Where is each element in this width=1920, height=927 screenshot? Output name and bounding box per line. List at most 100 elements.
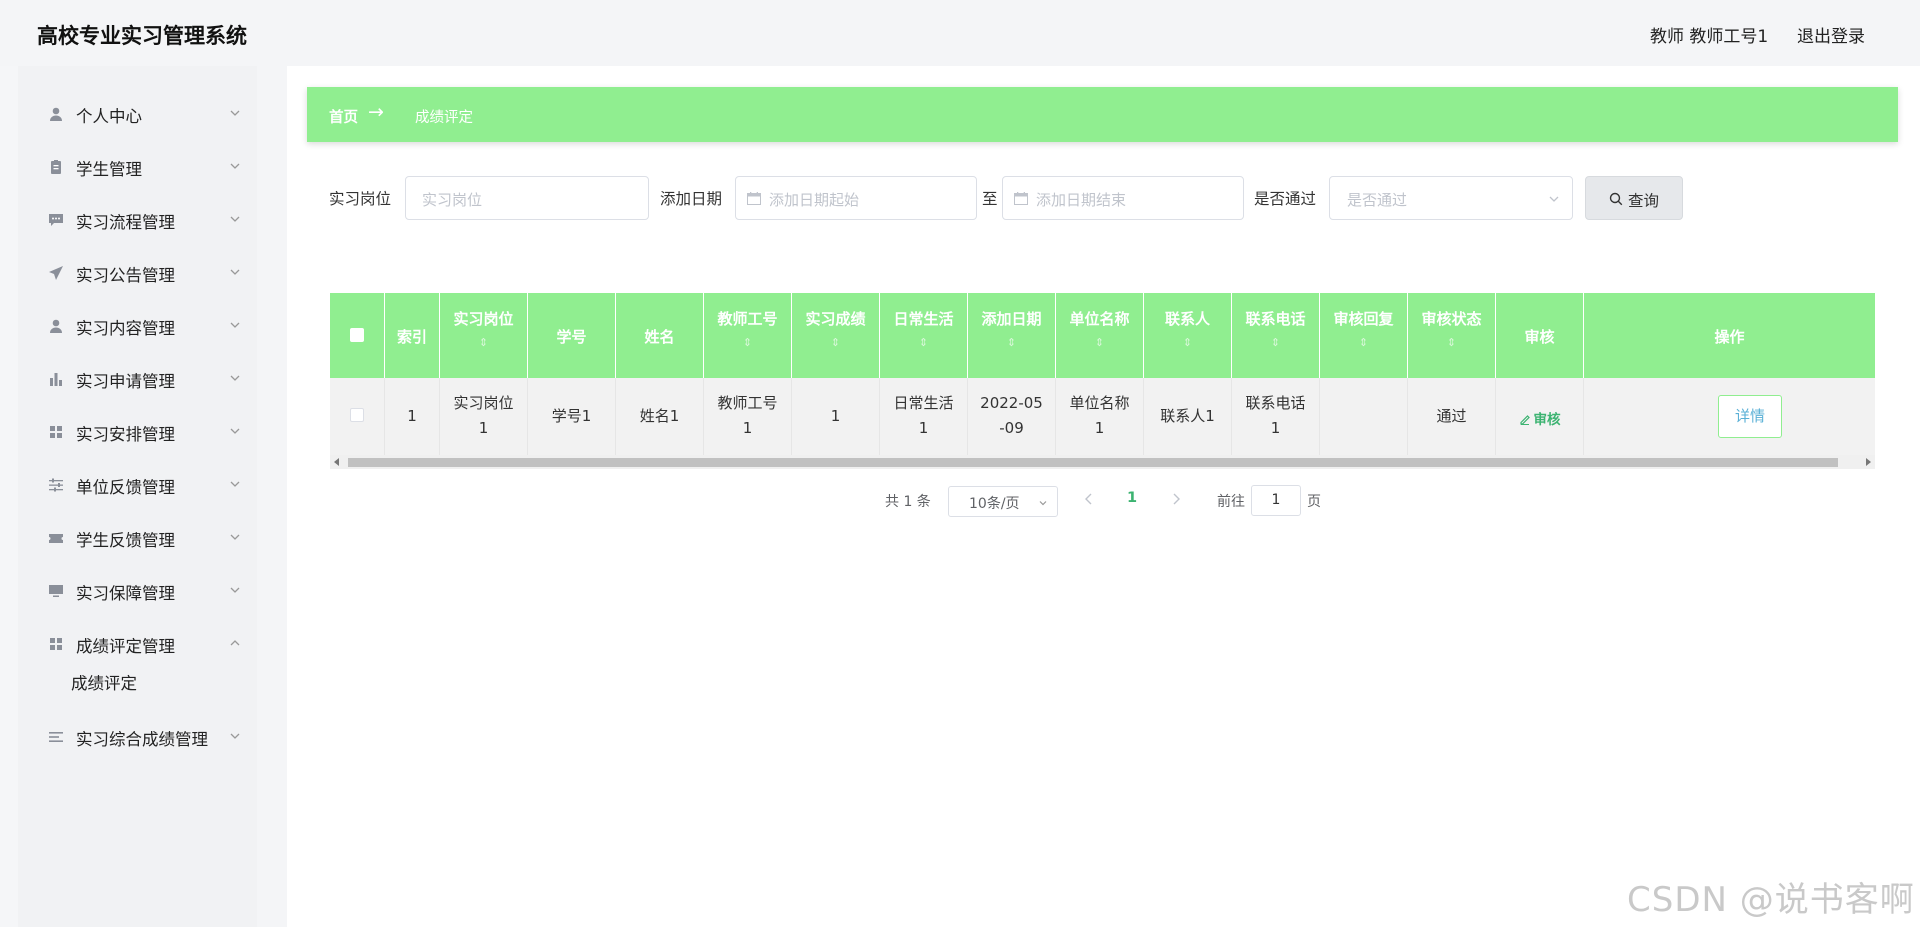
sidebar-item-grade-assessment[interactable]: 成绩评定管理 <box>18 624 275 664</box>
monitor-icon <box>49 585 63 597</box>
query-button[interactable]: 查询 <box>1585 176 1683 220</box>
sidebar-item-label: 个人中心 <box>76 107 142 126</box>
chevron-down-icon <box>230 534 240 540</box>
audit-link-label: 审核 <box>1533 412 1561 428</box>
grid-icon <box>50 426 62 438</box>
chevron-down-icon <box>230 269 240 275</box>
date-start-input[interactable]: 添加日期起始 <box>735 176 977 220</box>
header-select-all[interactable] <box>330 293 385 378</box>
chat-icon <box>49 214 63 226</box>
post-filter-placeholder: 实习岗位 <box>422 191 483 209</box>
pagination-total: 共 1 条 <box>885 494 931 510</box>
sort-icon: ⇕ <box>478 336 489 349</box>
sort-icon: ⇕ <box>1358 336 1369 349</box>
cell-student-no: 学号1 <box>528 378 616 455</box>
post-filter-label: 实习岗位 <box>329 190 392 208</box>
page-number-current[interactable]: 1 <box>1127 490 1137 506</box>
sidebar-item-internship-arrangement[interactable]: 实习安排管理 <box>18 412 275 452</box>
user-icon <box>50 107 62 121</box>
chevron-down-icon <box>230 216 240 222</box>
sidebar-item-personal-center[interactable]: 个人中心 <box>18 94 275 134</box>
header-daily-life[interactable]: 日常生活 ⇕ <box>880 293 968 378</box>
cell-unit-name: 单位名称 1 <box>1056 378 1144 455</box>
goto-label: 前往 <box>1217 494 1245 510</box>
sidebar: 个人中心 学生管理 实习流程管理 实习公告管理 实习内容管理 实习申请管理 实习… <box>18 66 287 927</box>
cell-select[interactable] <box>330 378 385 455</box>
sort-icon: ⇕ <box>830 336 841 349</box>
chevron-down-icon <box>230 481 240 487</box>
header-name[interactable]: 姓名 <box>616 293 704 378</box>
list-icon <box>49 732 63 742</box>
breadcrumb-home[interactable]: 首页 <box>329 106 358 127</box>
header-phone[interactable]: 联系电话 ⇕ <box>1232 293 1320 378</box>
sidebar-item-student-management[interactable]: 学生管理 <box>18 147 275 187</box>
goto-page-input[interactable]: 1 <box>1251 485 1301 516</box>
page-size-select[interactable]: 10条/页 <box>948 486 1058 517</box>
horizontal-scrollbar[interactable] <box>330 455 1875 469</box>
next-page-icon[interactable] <box>1170 492 1182 506</box>
sidebar-item-internship-support[interactable]: 实习保障管理 <box>18 571 275 611</box>
header-post[interactable]: 实习岗位 ⇕ <box>440 293 528 378</box>
sort-icon: ⇕ <box>918 336 929 349</box>
sidebar-item-internship-application[interactable]: 实习申请管理 <box>18 359 275 399</box>
edit-icon <box>1519 415 1530 425</box>
sidebar-item-label: 实习保障管理 <box>76 584 175 603</box>
sidebar-item-label: 实习流程管理 <box>76 213 175 232</box>
scrollbar-thumb[interactable] <box>348 458 1838 467</box>
cell-contact: 联系人1 <box>1144 378 1232 455</box>
top-bar: 高校专业实习管理系统 教师 教师工号1 退出登录 <box>0 0 1920 66</box>
post-filter-input[interactable]: 实习岗位 <box>405 176 649 220</box>
sort-icon: ⇕ <box>1182 336 1193 349</box>
clipboard-icon <box>51 160 61 174</box>
calendar-icon <box>1014 192 1028 205</box>
sidebar-item-comprehensive-grade[interactable]: 实习综合成绩管理 <box>18 717 275 757</box>
scroll-right-arrow-icon[interactable] <box>1866 458 1871 466</box>
header-reply[interactable]: 审核回复 ⇕ <box>1320 293 1408 378</box>
table-row: 1 实习岗位 1 学号1 姓名1 教师工号 1 1 日常生活 1 2022-05 -09… <box>330 378 1875 455</box>
sidebar-item-internship-content[interactable]: 实习内容管理 <box>18 306 275 346</box>
sidebar-item-unit-feedback[interactable]: 单位反馈管理 <box>18 465 275 505</box>
header-teacher-no[interactable]: 教师工号 ⇕ <box>704 293 792 378</box>
chevron-down-icon <box>230 163 240 169</box>
chevron-down-icon <box>230 322 240 328</box>
page-size-value: 10条/页 <box>969 496 1020 512</box>
sidebar-item-student-feedback[interactable]: 学生反馈管理 <box>18 518 275 558</box>
header-score[interactable]: 实习成绩 ⇕ <box>792 293 880 378</box>
sort-icon: ⇕ <box>1270 336 1281 349</box>
row-checkbox[interactable] <box>350 408 364 422</box>
sort-icon: ⇕ <box>1446 336 1457 349</box>
search-icon <box>1609 192 1623 206</box>
header-status[interactable]: 审核状态 ⇕ <box>1408 293 1496 378</box>
sidebar-item-label: 实习综合成绩管理 <box>76 730 208 749</box>
current-user: 教师 教师工号1 <box>1650 27 1769 47</box>
chevron-down-icon <box>1549 196 1559 202</box>
cell-status: 通过 <box>1408 378 1496 455</box>
scroll-left-arrow-icon[interactable] <box>334 458 339 466</box>
cell-index: 1 <box>385 378 440 455</box>
header-add-date[interactable]: 添加日期 ⇕ <box>968 293 1056 378</box>
header-audit[interactable]: 审核 <box>1496 293 1584 378</box>
header-actions: 操作 <box>1714 328 1745 346</box>
logout-link[interactable]: 退出登录 <box>1797 22 1865 47</box>
prev-page-icon[interactable] <box>1083 492 1095 506</box>
cell-name: 姓名1 <box>616 378 704 455</box>
sidebar-item-internship-process[interactable]: 实习流程管理 <box>18 200 275 240</box>
chevron-down-icon <box>230 733 240 739</box>
pass-filter-select[interactable]: 是否通过 <box>1329 176 1573 220</box>
cell-actions: 详情 <box>1584 378 1875 455</box>
header-index: 索引 <box>385 293 440 378</box>
pass-filter-label: 是否通过 <box>1254 190 1317 208</box>
sidebar-subitem-grade[interactable]: 成绩评定 <box>71 670 137 694</box>
header-contact[interactable]: 联系人 ⇕ <box>1144 293 1232 378</box>
sidebar-gutter <box>257 66 287 927</box>
cell-score: 1 <box>792 378 880 455</box>
date-end-input[interactable]: 添加日期结束 <box>1002 176 1244 220</box>
sidebar-item-internship-notice[interactable]: 实习公告管理 <box>18 253 275 293</box>
header-unit-name[interactable]: 单位名称 ⇕ <box>1056 293 1144 378</box>
audit-link[interactable]: 审核 <box>1496 408 1583 428</box>
detail-button[interactable]: 详情 <box>1718 395 1782 438</box>
goto-page-unit: 页 <box>1307 494 1321 510</box>
header-student-no[interactable]: 学号 <box>528 293 616 378</box>
select-all-checkbox[interactable] <box>350 328 364 342</box>
breadcrumb-arrow-icon: → <box>368 101 384 123</box>
